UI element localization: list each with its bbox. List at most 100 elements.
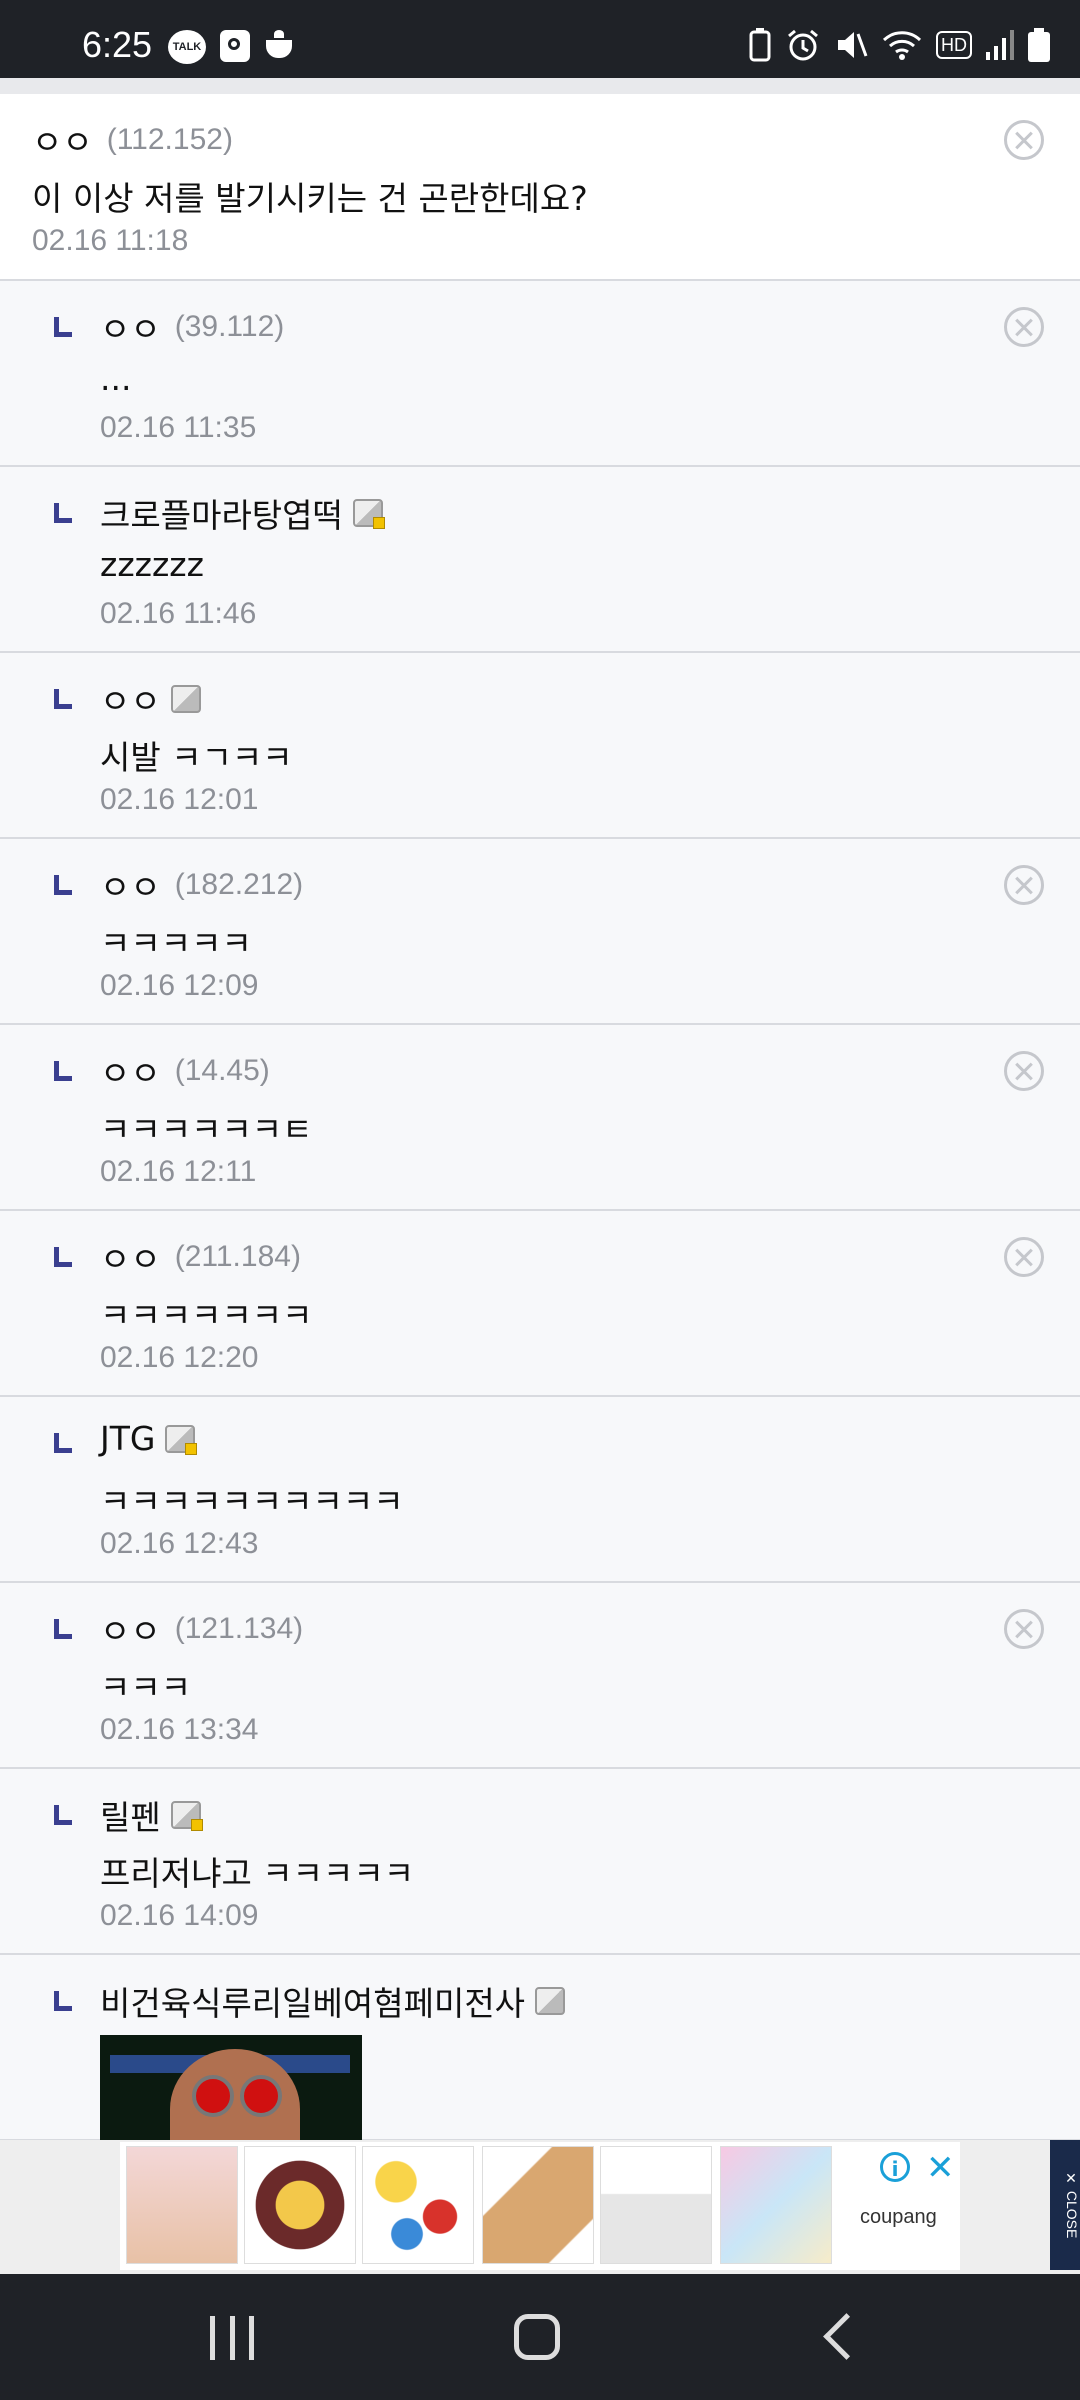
comment-item[interactable]: ㅇㅇ (39.112)... 02.16 11:35: [0, 281, 1080, 467]
comment-author[interactable]: ㅇㅇ: [32, 116, 93, 164]
delete-comment-icon[interactable]: [1004, 120, 1044, 160]
comment-ip: (182.212): [174, 868, 304, 901]
comment-list: ㅇㅇ (112.152) 이 이상 저를 발기시키는 건 곤란한데요? 02.16 1…: [0, 94, 1080, 2155]
comment-timestamp: 02.16 12:09: [100, 969, 259, 1002]
comment-item[interactable]: ㅇㅇ 시발 ㅋㄱㅋㅋ 02.16 12:01: [0, 653, 1080, 839]
comment-author[interactable]: 크로플마라탕엽떡: [100, 489, 343, 537]
comment-item[interactable]: JTG ㅋㅋㅋㅋㅋㅋㅋㅋㅋㅋ 02.16 12:43: [0, 1397, 1080, 1583]
delete-comment-icon[interactable]: [1004, 1237, 1044, 1277]
delete-comment-icon[interactable]: [1004, 865, 1044, 905]
ad-product-image[interactable]: [362, 2146, 474, 2264]
comment-text: ㅋㅋㅋㅋㅋㅋㅋ: [100, 1296, 313, 1335]
comment-text: 이 이상 저를 발기시키는 건 곤란한데요?: [32, 179, 588, 218]
comment-author[interactable]: ㅇㅇ: [100, 861, 161, 909]
user-badge-icon: [170, 685, 201, 713]
comment-author[interactable]: ㅇㅇ: [100, 1047, 161, 1095]
comment-header: ㅇㅇ (112.152): [32, 116, 233, 164]
reply-arrow-icon: [54, 1433, 72, 1453]
alarm-icon: [788, 29, 818, 61]
reply-arrow-icon: [54, 503, 72, 523]
comment-timestamp: 02.16 14:09: [100, 1899, 259, 1932]
delete-comment-icon[interactable]: [1004, 1051, 1044, 1091]
comment-ip: (211.184): [174, 1240, 301, 1273]
header-divider: [0, 78, 1080, 94]
ad-product-image[interactable]: [482, 2146, 594, 2264]
comment-text: 프리저냐고 ㅋㅋㅋㅋㅋ: [100, 1854, 415, 1893]
comment-ip: (39.112): [174, 310, 285, 343]
comment-item[interactable]: ㅇㅇ (14.45) ㅋㅋㅋㅋㅋㅋㅌ 02.16 12:11: [0, 1025, 1080, 1211]
back-button[interactable]: [823, 2313, 870, 2360]
recent-apps-button[interactable]: [210, 2316, 254, 2360]
comment-header: ㅇㅇ (39.112): [100, 303, 284, 351]
comment-timestamp: 02.16 11:46: [100, 597, 257, 630]
comment-author[interactable]: ㅇㅇ: [100, 1233, 161, 1281]
reply-arrow-icon: [54, 875, 72, 895]
reply-arrow-icon: [54, 317, 72, 337]
user-badge-icon: [535, 1987, 566, 2015]
comment-item[interactable]: 크로플마라탕엽떡 zzzzzz 02.16 11:46: [0, 467, 1080, 653]
ad-info-icon[interactable]: i: [880, 2152, 910, 2182]
reply-arrow-icon: [54, 1805, 72, 1825]
reply-arrow-icon: [54, 1991, 72, 2011]
comment-header: ㅇㅇ (121.134): [100, 1605, 303, 1653]
comment-header: ㅇㅇ: [100, 675, 201, 723]
comment-text: ㅋㅋㅋㅋㅋㅋㅌ: [100, 1110, 313, 1149]
comment-header: 릴펜: [100, 1791, 203, 1839]
comment-ip: (14.45): [174, 1054, 270, 1087]
comment-text: ㅋㅋㅋㅋㅋㅋㅋㅋㅋㅋ: [100, 1482, 404, 1521]
comment-item[interactable]: 비건육식루리일베여혐페미전사: [0, 1955, 1080, 2155]
comment-header: JTG: [100, 1419, 198, 1458]
ad-product-image[interactable]: [720, 2146, 832, 2264]
comment-item[interactable]: ㅇㅇ (112.152) 이 이상 저를 발기시키는 건 곤란한데요? 02.16 1…: [0, 94, 1080, 281]
comment-item[interactable]: ㅇㅇ (211.184) ㅋㅋㅋㅋㅋㅋㅋ 02.16 12:20: [0, 1211, 1080, 1397]
comment-text: 시발 ㅋㄱㅋㅋ: [100, 738, 293, 777]
ad-banner[interactable]: i ✕ coupang: [0, 2140, 1080, 2274]
hd-voice-icon: HD: [936, 31, 972, 59]
ad-product-image[interactable]: [600, 2146, 712, 2264]
comment-author[interactable]: ㅇㅇ: [100, 303, 161, 351]
delete-comment-icon[interactable]: [1004, 307, 1044, 347]
reply-arrow-icon: [54, 689, 72, 709]
ad-product-image[interactable]: [244, 2146, 356, 2264]
ad-side-close-button[interactable]: ✕ CLOSE: [1050, 2140, 1080, 2270]
comment-ip: (121.134): [174, 1612, 304, 1645]
comment-author[interactable]: ㅇㅇ: [100, 1605, 161, 1653]
comment-image[interactable]: [100, 2035, 362, 2155]
comment-timestamp: 02.16 12:43: [100, 1527, 259, 1560]
comment-timestamp: 02.16 12:01: [100, 783, 259, 816]
ad-product-image[interactable]: [126, 2146, 238, 2264]
delete-comment-icon[interactable]: [1004, 1609, 1044, 1649]
comment-header: 크로플마라탕엽떡: [100, 489, 385, 537]
comment-header: ㅇㅇ (182.212): [100, 861, 303, 909]
ad-content[interactable]: i ✕ coupang: [120, 2142, 960, 2270]
app-notification-icon: [220, 30, 250, 62]
user-badge-icon: [165, 1424, 198, 1455]
comment-timestamp: 02.16 13:34: [100, 1713, 259, 1746]
comment-author[interactable]: 비건육식루리일베여혐페미전사: [100, 1977, 525, 2025]
comment-timestamp: 02.16 12:11: [100, 1155, 257, 1188]
comment-author[interactable]: 릴펜: [100, 1791, 161, 1839]
comment-text: ㅋㅋㅋ: [100, 1668, 192, 1707]
mute-icon: [838, 32, 868, 58]
reply-arrow-icon: [54, 1619, 72, 1639]
comment-timestamp: 02.16 12:20: [100, 1341, 259, 1374]
coffee-app-icon: [264, 30, 298, 60]
user-badge-icon: [170, 1801, 203, 1831]
comment-item[interactable]: ㅇㅇ (182.212) ㅋㅋㅋㅋㅋ 02.16 12:09: [0, 839, 1080, 1025]
signal-icon: [986, 30, 1014, 60]
navigation-bar: [0, 2274, 1080, 2400]
comment-timestamp: 02.16 11:18: [32, 224, 189, 257]
home-button[interactable]: [514, 2314, 560, 2360]
comment-author[interactable]: JTG: [100, 1419, 155, 1458]
comment-author[interactable]: ㅇㅇ: [100, 675, 161, 723]
ad-close-icon[interactable]: ✕: [926, 2148, 955, 2188]
reply-arrow-icon: [54, 1247, 72, 1267]
comment-text: zzzzzz: [100, 545, 204, 584]
comment-text: ...: [100, 359, 132, 398]
comment-item[interactable]: 릴펜프리저냐고 ㅋㅋㅋㅋㅋ 02.16 14:09: [0, 1769, 1080, 1955]
ad-brand: coupang: [860, 2206, 937, 2228]
status-bar: 6:25 TALK HD: [0, 0, 1080, 78]
comment-item[interactable]: ㅇㅇ (121.134) ㅋㅋㅋ 02.16 13:34: [0, 1583, 1080, 1769]
battery-icon: [1028, 28, 1050, 62]
battery-saver-icon: [749, 28, 771, 62]
